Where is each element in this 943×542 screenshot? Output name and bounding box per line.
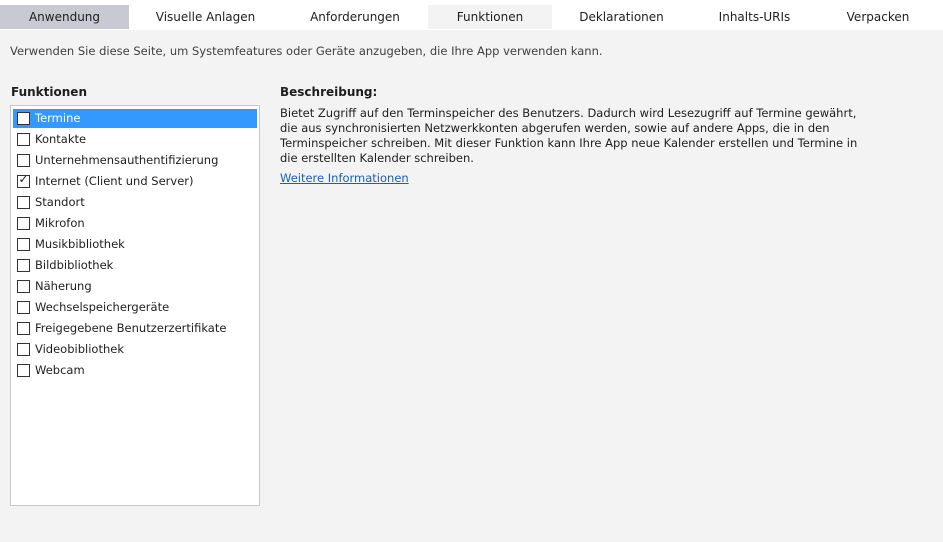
check-icon [18,257,29,270]
check-icon [18,278,29,291]
capability-checkbox[interactable]: ✓ [17,172,30,188]
tab-verpacken[interactable]: Verpacken [818,5,938,29]
capabilities-list[interactable]: Termine Kontakte Unternehmensauthentifiz… [10,105,260,506]
capability-checkbox[interactable] [17,133,30,146]
capability-item[interactable]: Wechselspeichergeräte [13,298,257,317]
capability-item[interactable]: Videobibliothek [13,340,257,359]
tab-anforderungen[interactable]: Anforderungen [282,5,428,29]
capability-item[interactable]: Näherung [13,277,257,296]
capabilities-heading: Funktionen [11,85,87,99]
capability-label: Standort [35,195,85,209]
capability-checkbox[interactable] [17,112,30,125]
capability-item[interactable]: Unternehmensauthentifizierung [13,151,257,170]
check-icon [18,110,29,123]
description-text: Bietet Zugriff auf den Terminspeicher de… [280,106,858,165]
capability-item[interactable]: ✓ Internet (Client und Server) [13,172,257,191]
tab-strip: Anwendung Visuelle Anlagen Anforderungen… [0,0,943,30]
capability-label: Näherung [35,279,92,293]
capability-checkbox[interactable] [17,364,30,377]
check-icon [18,194,29,207]
capability-checkbox[interactable] [17,322,30,335]
check-icon: ✓ [18,172,29,186]
tab-deklarationen[interactable]: Deklarationen [552,5,691,29]
capability-label: Webcam [35,363,85,377]
check-icon [18,131,29,144]
tab-visuelle-anlagen[interactable]: Visuelle Anlagen [129,5,282,29]
check-icon [18,152,29,165]
tab-inhalts-uris[interactable]: Inhalts-URIs [691,5,818,29]
capability-item[interactable]: Mikrofon [13,214,257,233]
capability-item[interactable]: Kontakte [13,130,257,149]
capability-label: Internet (Client und Server) [35,174,194,188]
capability-item[interactable]: Standort [13,193,257,212]
check-icon [18,362,29,375]
capability-label: Freigegebene Benutzerzertifikate [35,321,227,335]
more-info-link[interactable]: Weitere Informationen [280,171,409,185]
capability-item[interactable]: Bildbibliothek [13,256,257,275]
description-heading: Beschreibung: [280,85,378,99]
capability-item[interactable]: Termine [13,109,257,128]
check-icon [18,236,29,249]
tab-anwendung[interactable]: Anwendung [0,5,129,29]
capability-checkbox[interactable] [17,259,30,272]
capability-checkbox[interactable] [17,301,30,314]
capability-label: Mikrofon [35,216,85,230]
capability-item[interactable]: Musikbibliothek [13,235,257,254]
capability-checkbox[interactable] [17,343,30,356]
capability-checkbox[interactable] [17,154,30,167]
capability-checkbox[interactable] [17,280,30,293]
check-icon [18,215,29,228]
check-icon [18,320,29,333]
capability-checkbox[interactable] [17,196,30,209]
capability-item[interactable]: Freigegebene Benutzerzertifikate [13,319,257,338]
capability-item[interactable]: Webcam [13,361,257,380]
check-icon [18,341,29,354]
check-icon [18,299,29,312]
capability-checkbox[interactable] [17,217,30,230]
page-intro: Verwenden Sie diese Seite, um Systemfeat… [10,44,603,58]
capability-label: Wechselspeichergeräte [35,300,170,314]
capability-label: Bildbibliothek [35,258,114,272]
capability-label: Kontakte [35,132,87,146]
capability-checkbox[interactable] [17,238,30,251]
capability-label: Videobibliothek [35,342,124,356]
tab-funktionen[interactable]: Funktionen [428,5,552,29]
capability-label: Musikbibliothek [35,237,125,251]
capability-label: Termine [35,111,81,125]
capability-label: Unternehmensauthentifizierung [35,153,219,167]
